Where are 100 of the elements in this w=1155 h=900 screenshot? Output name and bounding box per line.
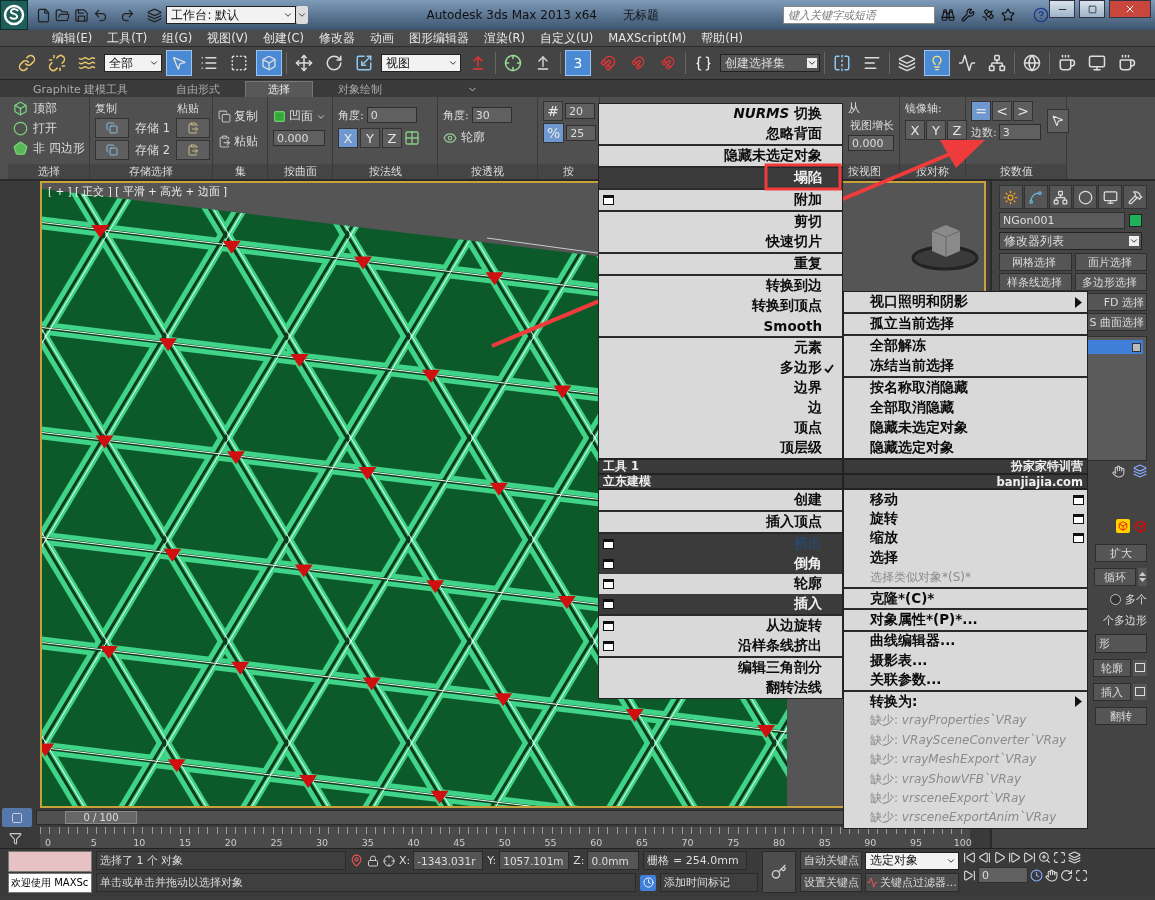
key-mode-dropdown[interactable]: 选定对象 [865, 851, 959, 870]
ribbon-tab[interactable]: 选择 [245, 81, 314, 97]
modifier-button[interactable]: 网格选择 [999, 253, 1072, 271]
reference-coordinate-dropdown[interactable]: 视图 [381, 54, 461, 72]
menu-item[interactable]: 剪切 [599, 212, 842, 232]
modifier-button[interactable]: 样条线选择 [999, 273, 1072, 291]
menu-item[interactable]: 隐藏未选定对象 [599, 146, 842, 166]
time-ruler[interactable]: 0 5 10 15 20 25 30 35 40 45 50 55 60 65 70 75 80 85 90 95 100 [40, 827, 970, 848]
surface-spinner[interactable]: 0.000 [273, 130, 325, 146]
menu-item[interactable]: 编辑三角剖分 [599, 658, 842, 678]
axis-button[interactable]: Z [947, 120, 967, 140]
menu-bar-item[interactable]: 图形编辑器 [409, 30, 469, 46]
option-label[interactable]: 打开 [33, 121, 57, 136]
panel-button[interactable]: 翻转 [1095, 707, 1147, 725]
time-slider-thumb[interactable]: 0 / 100 [65, 811, 137, 824]
menu-bar-item[interactable]: 帮助(H) [701, 30, 743, 46]
selection-filter-dropdown[interactable]: 全部 [104, 54, 162, 72]
axis-button[interactable]: Z [382, 128, 402, 148]
ribbon-tab[interactable]: Graphite 建模工具 [10, 81, 152, 97]
ribbon-tab[interactable]: 自由形式 [153, 81, 244, 97]
grow-spinner[interactable]: 0.000 [848, 135, 894, 151]
menu-item[interactable]: 插入 [599, 594, 842, 614]
modifier-button[interactable]: 面片选择 [1074, 253, 1147, 271]
set-key-button[interactable]: 设置关键点 [800, 873, 862, 892]
group-label: 选择 [8, 164, 89, 179]
frame-spinner[interactable]: 0 [978, 867, 1028, 883]
menu-item[interactable]: 创建 [599, 490, 842, 510]
surface-mode[interactable]: 凹面 [289, 109, 313, 124]
panel-button[interactable]: 循环 [1094, 568, 1136, 586]
snap-toggle-button[interactable]: 3 [565, 50, 591, 76]
menu-item[interactable]: 顶点 [599, 418, 842, 438]
menu-bar-item[interactable]: 自定义(U) [539, 30, 594, 46]
menu-bar-item[interactable]: 渲染(R) [484, 30, 525, 46]
value-spinner[interactable]: 25 [566, 125, 597, 141]
menu-bar-item[interactable]: 修改器 [319, 30, 355, 46]
coord-field[interactable]: -1343.031r [413, 851, 484, 870]
menu-item[interactable]: 插入顶点 [599, 512, 842, 532]
compare-button[interactable]: < [992, 101, 1012, 121]
menu-bar-item[interactable]: MAXScript(M) [608, 31, 687, 45]
option-label[interactable]: 非 四边形 [33, 141, 85, 156]
outline-label[interactable]: 轮廓 [461, 130, 485, 145]
angle-spinner[interactable]: 30 [471, 107, 512, 123]
object-name-field[interactable]: NGon001 [999, 212, 1125, 229]
ribbon-tab[interactable]: 对象绘制 [315, 81, 406, 97]
value-spinner[interactable]: 20 [565, 103, 595, 119]
panel-button[interactable]: 插入 [1093, 683, 1131, 701]
axis-button[interactable]: Y [926, 120, 946, 140]
compare-button[interactable]: > [1013, 101, 1033, 121]
menu-bar-item[interactable]: 创建(C) [263, 30, 304, 46]
window-title: Autodesk 3ds Max 2013 x64 [426, 8, 597, 22]
angle-spinner[interactable]: 0 [366, 107, 417, 123]
menu-bar-item[interactable]: 工具(T) [107, 30, 148, 46]
menu-item[interactable]: 附加 [599, 190, 842, 210]
modifier-list-dropdown[interactable]: 修改器列表 [999, 232, 1142, 250]
set-action[interactable]: 粘贴 [234, 134, 258, 149]
menu-item[interactable]: 轮廓 [599, 574, 842, 594]
viewport-label[interactable]: [ + ] [ 正交 ] [ 平滑 + 高光 + 边面 ] [48, 185, 228, 199]
sides-spinner[interactable]: 3 [998, 124, 1041, 140]
menu-item[interactable]: 顶层级 [599, 438, 842, 458]
menu-item[interactable]: 多边形 [599, 358, 842, 378]
time-tag-field[interactable]: 添加时间标记 [660, 873, 758, 892]
menu-item[interactable]: 转换到边 [599, 276, 842, 296]
menu-item[interactable]: 边 [599, 398, 842, 418]
menu-item[interactable]: 倒角 [599, 554, 842, 574]
menu-bar-item[interactable]: 编辑(E) [52, 30, 93, 46]
option-label[interactable]: 顶部 [33, 101, 57, 116]
axis-button[interactable]: Y [360, 128, 380, 148]
key-filters-button[interactable]: 关键点过滤器... [865, 873, 959, 892]
menu-item[interactable]: 沿样条线挤出 [599, 636, 842, 656]
search-field[interactable]: 键入关键字或短语 [783, 6, 935, 24]
listener-output[interactable]: 欢迎使用 MAXSc [8, 873, 92, 893]
menu-bar-item[interactable]: 动画 [370, 30, 394, 46]
selection-set-dropdown[interactable]: 创建选择集 [720, 54, 820, 72]
menu-item[interactable]: 边界 [599, 378, 842, 398]
auto-key-button[interactable]: 自动关键点 [800, 851, 862, 870]
coord-field[interactable]: 1057.101m [499, 851, 570, 870]
panel-field[interactable]: 形 [1095, 634, 1147, 653]
menu-item[interactable]: NURMS 切换 [599, 104, 842, 124]
menu-item[interactable]: 元素 [599, 338, 842, 358]
menu-item[interactable]: 塌陷 [599, 168, 842, 188]
menu-bar-item[interactable]: 视图(V) [207, 30, 248, 46]
set-action[interactable]: 复制 [234, 109, 258, 124]
panel-button[interactable]: 轮廓 [1093, 659, 1131, 677]
workspace-dropdown[interactable]: 工作台: 默认 [166, 6, 297, 24]
menu-item[interactable]: 重复 [599, 254, 842, 274]
menu-item[interactable]: 快速切片 [599, 232, 842, 252]
menu-item[interactable]: 对象属性*(P)*... [844, 610, 1087, 630]
coord-field[interactable]: 0.0mm [587, 851, 640, 870]
menu-bar-item[interactable]: 组(G) [162, 30, 193, 46]
menu-item[interactable]: 孤立当前选择 [844, 314, 1087, 334]
menu-item[interactable]: 忽略背面 [599, 124, 842, 144]
menu-item[interactable]: Smooth [599, 316, 842, 336]
menu-item[interactable]: 克隆*(C)* [844, 588, 1087, 609]
menu-item[interactable]: 从边旋转 [599, 616, 842, 636]
panel-button[interactable]: 扩大 [1095, 544, 1147, 562]
axis-button[interactable]: X [905, 120, 925, 140]
menu-item[interactable]: 转换到顶点 [599, 296, 842, 316]
menu-item[interactable]: 翻转法线 [599, 678, 842, 698]
random-mode-button[interactable]: # [543, 101, 563, 121]
modifier-button[interactable]: 多边形选择 [1074, 273, 1147, 291]
